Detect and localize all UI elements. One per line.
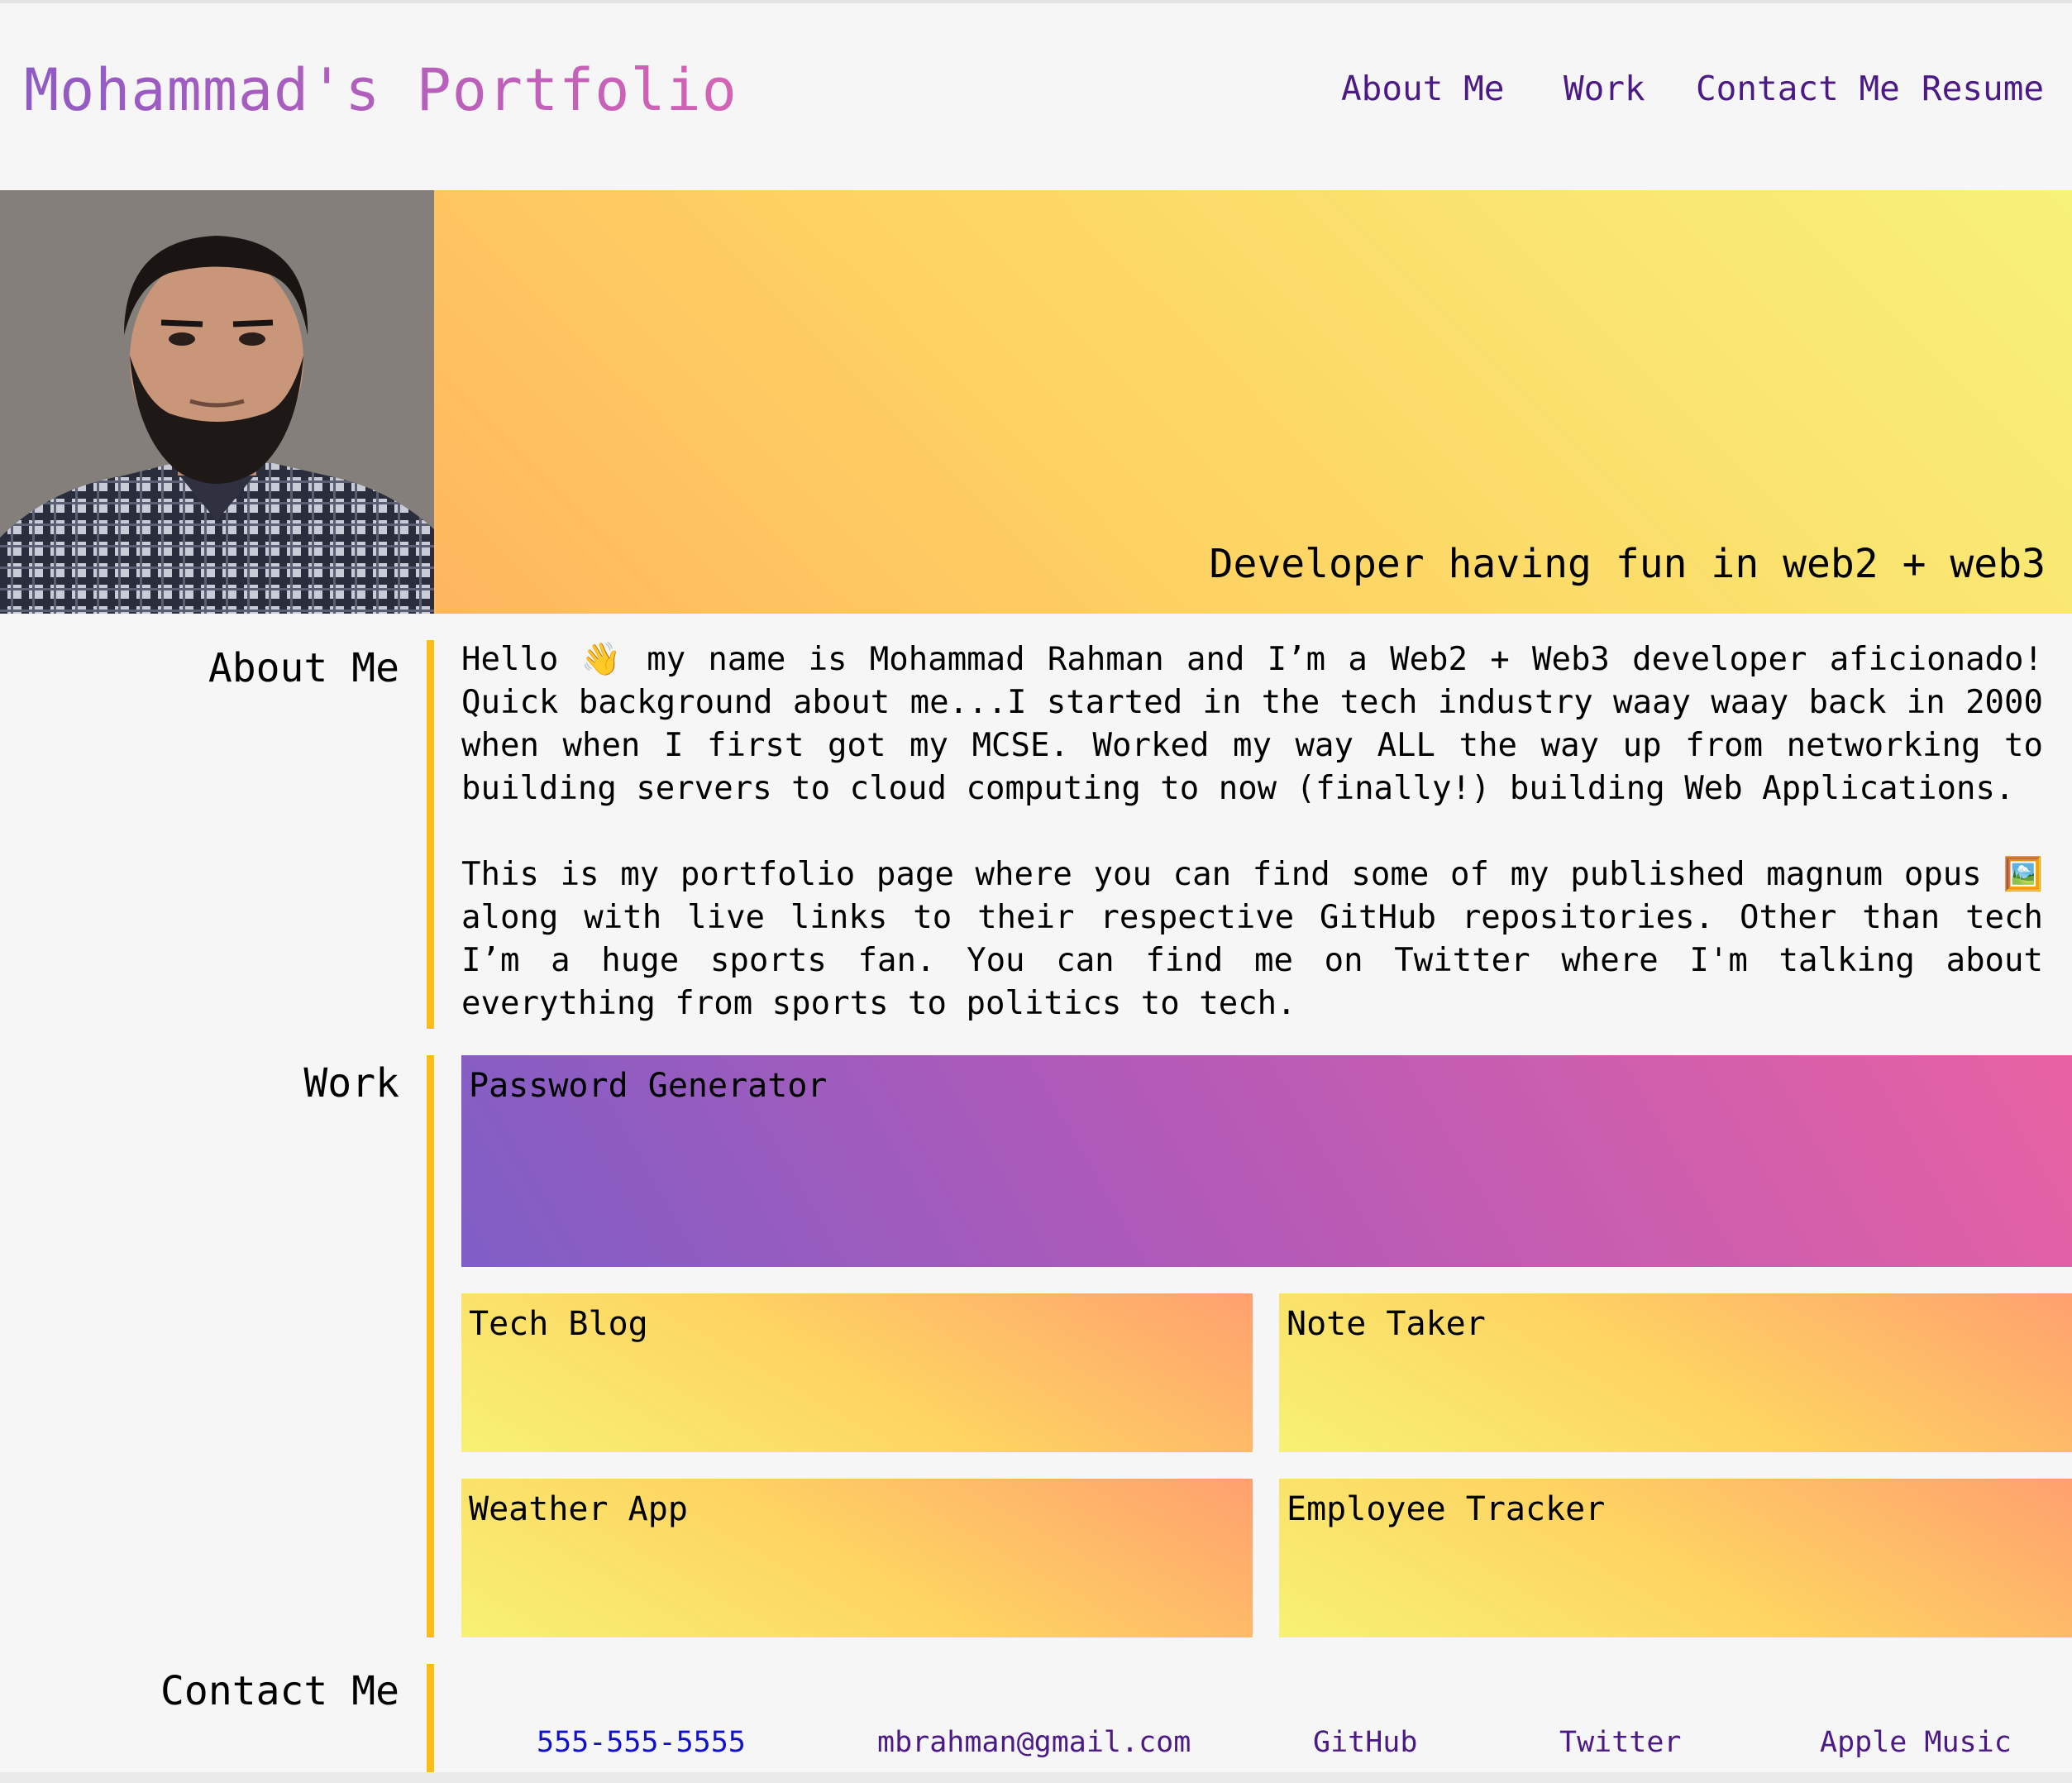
about-section-title: About Me <box>208 645 399 691</box>
contact-twitter-link[interactable]: Twitter <box>1559 1723 1682 1761</box>
about-paragraph-1: Hello 👋 my name is Mohammad Rahman and I… <box>461 641 2043 807</box>
nav-resume[interactable]: Resume <box>1922 68 2044 109</box>
project-card-tech-blog[interactable]: Tech Blog <box>461 1293 1253 1452</box>
bottom-border <box>0 1772 2072 1783</box>
nav-contact-me[interactable]: Contact Me <box>1696 68 1900 109</box>
contact-section-title: Contact Me <box>160 1668 399 1714</box>
project-title: Employee Tracker <box>1287 1490 1606 1528</box>
site-title: Mohammad's Portfolio <box>24 53 738 127</box>
project-title: Tech Blog <box>469 1305 648 1343</box>
contact-apple-music-link[interactable]: Apple Music <box>1820 1723 2012 1761</box>
project-title: Weather App <box>469 1490 688 1528</box>
contact-email-link[interactable]: mbrahman@gmail.com <box>877 1723 1191 1761</box>
hero-section: Developer having fun in web2 + web3 <box>0 190 2072 614</box>
project-card-password-generator[interactable]: Password Generator <box>461 1055 2072 1267</box>
profile-photo-illustration <box>0 190 434 614</box>
work-section-title: Work <box>303 1060 399 1107</box>
profile-photo <box>0 190 434 614</box>
project-card-employee-tracker[interactable]: Employee Tracker <box>1279 1479 2072 1637</box>
project-title: Note Taker <box>1287 1305 1486 1343</box>
about-text: Hello 👋 my name is Mohammad Rahman and I… <box>461 638 2043 1068</box>
hero-banner: Developer having fun in web2 + web3 <box>434 190 2072 614</box>
site-header: Mohammad's Portfolio About Me Work Conta… <box>0 3 2072 190</box>
contact-accent-bar <box>427 1664 434 1773</box>
project-card-note-taker[interactable]: Note Taker <box>1279 1293 2072 1452</box>
nav-about-me[interactable]: About Me <box>1341 68 1504 109</box>
project-title: Password Generator <box>469 1067 828 1105</box>
project-card-weather-app[interactable]: Weather App <box>461 1479 1253 1637</box>
contact-github-link[interactable]: GitHub <box>1313 1723 1417 1761</box>
about-accent-bar <box>427 640 434 1029</box>
nav-work[interactable]: Work <box>1564 68 1645 109</box>
hero-tagline: Developer having fun in web2 + web3 <box>1209 541 2046 587</box>
work-accent-bar <box>427 1055 434 1637</box>
about-paragraph-2: This is my portfolio page where you can … <box>461 856 2043 1022</box>
contact-phone-link[interactable]: 555-555-5555 <box>537 1723 746 1761</box>
